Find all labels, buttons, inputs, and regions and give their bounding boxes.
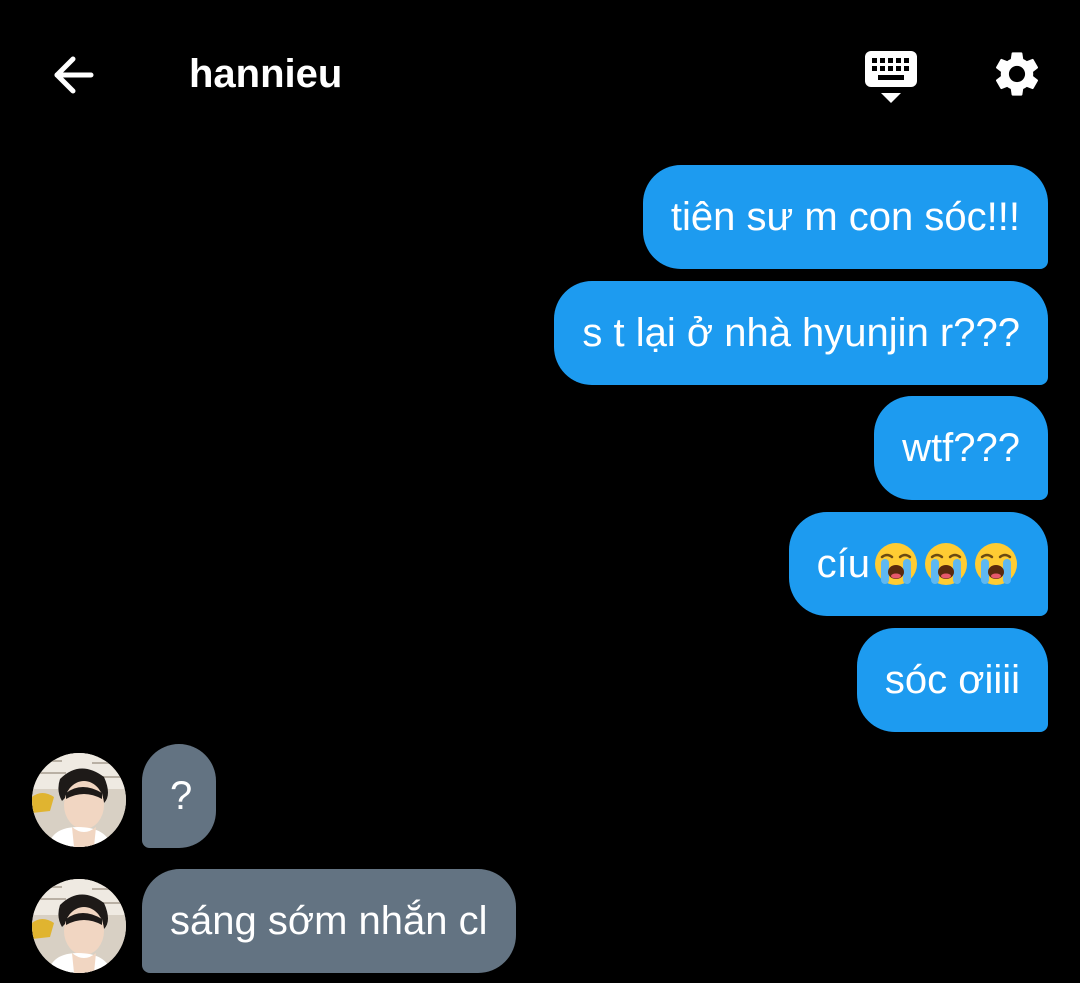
message-text: cíu bbox=[816, 542, 870, 586]
conversation-title[interactable]: hannieu bbox=[189, 50, 342, 98]
avatar[interactable] bbox=[32, 753, 126, 847]
back-button[interactable] bbox=[44, 46, 102, 104]
outgoing-message[interactable]: wtf??? bbox=[874, 396, 1048, 500]
arrow-left-icon bbox=[54, 56, 94, 94]
message-text: s t lại ở nhà hyunjin r??? bbox=[582, 311, 1020, 355]
message-text: sáng sớm nhắn cl bbox=[170, 899, 488, 943]
outgoing-message[interactable]: cíu bbox=[788, 512, 1048, 616]
avatar[interactable] bbox=[32, 879, 126, 973]
message-text: tiên sư m con sóc!!! bbox=[670, 195, 1020, 239]
outgoing-message[interactable]: s t lại ở nhà hyunjin r??? bbox=[554, 281, 1048, 385]
chat-header: hannieu bbox=[0, 0, 1080, 150]
loudly-crying-face-icon bbox=[875, 543, 917, 585]
outgoing-message[interactable]: sóc ơiiii bbox=[856, 628, 1048, 732]
message-text: ? bbox=[170, 774, 193, 818]
gear-icon bbox=[995, 52, 1039, 96]
message-text: sóc ơiiii bbox=[884, 658, 1020, 702]
incoming-message[interactable]: sáng sớm nhắn cl bbox=[142, 869, 516, 973]
keyboard-hide-icon bbox=[865, 51, 917, 103]
keyboard-toggle-button[interactable] bbox=[858, 44, 924, 110]
settings-button[interactable] bbox=[984, 44, 1050, 104]
outgoing-message[interactable]: tiên sư m con sóc!!! bbox=[642, 165, 1048, 269]
profile-photo bbox=[32, 753, 126, 847]
message-text: wtf??? bbox=[902, 426, 1020, 470]
loudly-crying-face-icon bbox=[975, 543, 1017, 585]
incoming-message[interactable]: ? bbox=[142, 744, 216, 848]
profile-photo bbox=[32, 879, 126, 973]
loudly-crying-face-icon bbox=[925, 543, 967, 585]
